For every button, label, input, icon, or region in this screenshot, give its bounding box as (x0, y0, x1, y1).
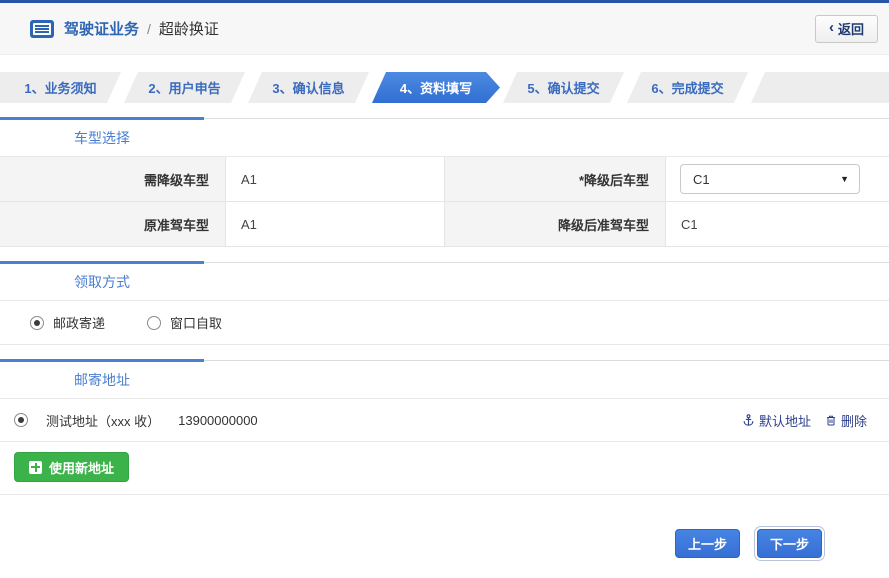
breadcrumb-current: 超龄换证 (159, 18, 219, 39)
breadcrumb-separator: / (147, 21, 151, 37)
pickup-options-row: 邮政寄递 窗口自取 (0, 301, 889, 345)
address-phone: 13900000000 (178, 413, 258, 428)
field-value-need-downgrade: A1 (225, 157, 444, 202)
section-title-row: 车型选择 (0, 120, 889, 157)
wizard-step-label: 1、业务须知 (24, 78, 96, 97)
pickup-option-postal[interactable]: 邮政寄递 (30, 313, 105, 332)
address-text: 测试地址（xxx 收） (46, 411, 160, 430)
downgrade-type-select[interactable]: C1 ▼ (680, 164, 860, 194)
wizard-step-1[interactable]: 1、业务须知 (0, 72, 121, 103)
downgrade-type-selected-value: C1 (693, 172, 710, 187)
section-rule (0, 261, 889, 264)
wizard-step-label: 5、确认提交 (527, 78, 599, 97)
use-new-address-label: 使用新地址 (49, 458, 114, 477)
chevron-left-icon: ‹ (829, 20, 834, 35)
add-address-row: 使用新地址 (0, 442, 889, 495)
pickup-option-window[interactable]: 窗口自取 (147, 313, 222, 332)
wizard-step-6[interactable]: 6、完成提交 (627, 72, 748, 103)
field-label-need-downgrade: 需降级车型 (0, 157, 225, 202)
breadcrumb-root[interactable]: 驾驶证业务 (64, 18, 139, 39)
radio-unselected-icon[interactable] (147, 316, 161, 330)
use-new-address-button[interactable]: 使用新地址 (14, 452, 129, 482)
page: 驾驶证业务 / 超龄换证 ‹ 返回 1、业务须知 2、用户申告 3、确认信息 4… (0, 0, 889, 578)
radio-selected-icon[interactable] (30, 316, 44, 330)
footer-actions: 上一步 下一步 (0, 495, 889, 578)
wizard-step-5[interactable]: 5、确认提交 (503, 72, 624, 103)
next-step-button[interactable]: 下一步 (757, 529, 822, 558)
section-rule (0, 117, 889, 120)
section-pickup-method: 领取方式 邮政寄递 窗口自取 (0, 261, 889, 345)
field-label-downgrade-to: *降级后车型 (444, 157, 665, 202)
section-title: 车型选择 (0, 128, 204, 148)
default-address-label: 默认地址 (759, 411, 811, 430)
field-value-class-after-downgrade: C1 (665, 202, 889, 247)
pickup-option-label: 邮政寄递 (53, 313, 105, 332)
section-rule-accent (0, 359, 204, 362)
wizard-step-label: 2、用户申告 (148, 78, 220, 97)
section-title: 邮寄地址 (0, 370, 204, 390)
anchor-icon (742, 413, 755, 427)
address-actions: 默认地址 删除 (742, 411, 867, 430)
plus-icon (29, 461, 42, 474)
section-mailing-address: 邮寄地址 测试地址（xxx 收） 13900000000 默认地址 (0, 359, 889, 495)
wizard-filler (751, 72, 889, 103)
section-vehicle-type: 车型选择 需降级车型 A1 *降级后车型 C1 ▼ 原准驾车型 A1 降级后准驾… (0, 117, 889, 247)
section-rule-accent (0, 261, 204, 264)
trash-icon (825, 414, 837, 427)
wizard-step-3[interactable]: 3、确认信息 (248, 72, 369, 103)
section-rule (0, 359, 889, 362)
section-title-row: 邮寄地址 (0, 362, 889, 399)
default-address-link[interactable]: 默认地址 (742, 411, 811, 430)
step-wizard: 1、业务须知 2、用户申告 3、确认信息 4、资料填写 5、确认提交 6、完成提… (0, 72, 889, 103)
section-title-row: 领取方式 (0, 264, 889, 301)
wizard-step-label: 4、资料填写 (400, 78, 472, 97)
wizard-step-label: 6、完成提交 (651, 78, 723, 97)
page-header: 驾驶证业务 / 超龄换证 ‹ 返回 (0, 3, 889, 55)
section-rule-accent (0, 117, 204, 120)
vehicle-type-table: 需降级车型 A1 *降级后车型 C1 ▼ 原准驾车型 A1 降级后准驾车型 C1 (0, 157, 889, 247)
back-button[interactable]: ‹ 返回 (815, 15, 878, 43)
delete-address-link[interactable]: 删除 (825, 411, 867, 430)
address-radio-selected[interactable] (14, 413, 28, 427)
back-label: 返回 (838, 19, 864, 38)
previous-step-button[interactable]: 上一步 (675, 529, 740, 558)
wizard-step-2[interactable]: 2、用户申告 (124, 72, 245, 103)
chevron-down-icon: ▼ (840, 174, 849, 184)
delete-address-label: 删除 (841, 411, 867, 430)
wizard-step-label: 3、确认信息 (272, 78, 344, 97)
address-entry-row: 测试地址（xxx 收） 13900000000 默认地址 (0, 399, 889, 442)
field-label-original-class: 原准驾车型 (0, 202, 225, 247)
wizard-step-4-active[interactable]: 4、资料填写 (372, 72, 500, 103)
field-label-class-after-downgrade: 降级后准驾车型 (444, 202, 665, 247)
section-title: 领取方式 (0, 272, 204, 292)
pickup-option-label: 窗口自取 (170, 313, 222, 332)
field-cell-downgrade-to: C1 ▼ (665, 157, 889, 202)
list-icon (30, 20, 54, 38)
field-value-original-class: A1 (225, 202, 444, 247)
